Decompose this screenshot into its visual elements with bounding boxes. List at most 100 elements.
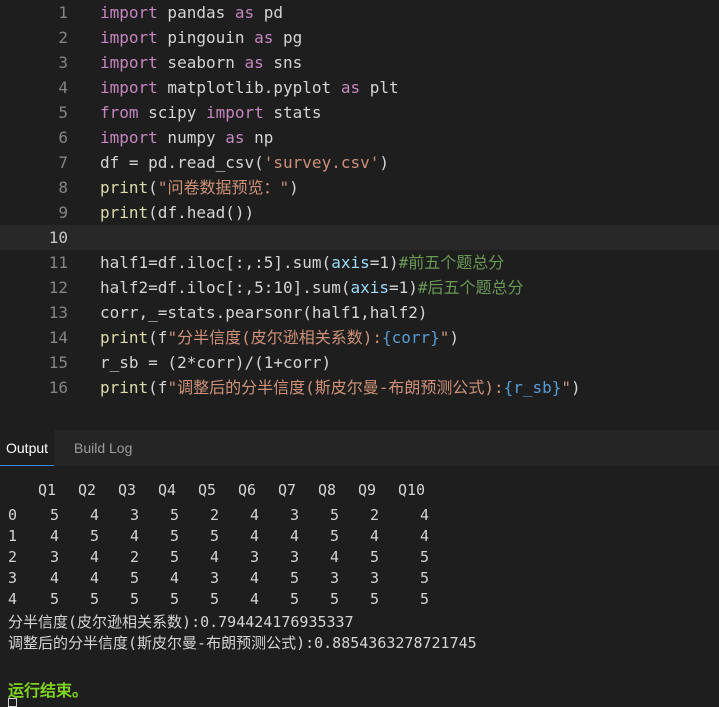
table-column-header: Q9 <box>358 481 377 499</box>
table-cell: 5 <box>330 590 340 608</box>
table-cell: 4 <box>290 527 300 545</box>
code-token: print <box>100 203 149 222</box>
code-line[interactable]: 6 import numpy as np <box>0 125 719 150</box>
code-text: print(f"调整后的分半信度(斯皮尔曼-布朗预测公式):{r_sb}") <box>100 375 581 400</box>
code-token: pandas <box>157 3 235 22</box>
table-cell: 5 <box>370 548 380 566</box>
table-cell: 4 <box>50 527 60 545</box>
code-line[interactable]: 8 print("问卷数据预览：") <box>0 175 719 200</box>
table-cell: 5 <box>50 506 60 524</box>
code-line[interactable]: 9 print(df.head()) <box>0 200 719 225</box>
code-token: import <box>205 103 264 122</box>
table-cell: 4 <box>90 506 100 524</box>
line-number: 13 <box>48 303 68 322</box>
code-token: (df.head()) <box>148 203 255 222</box>
code-text: import numpy as np <box>100 125 273 150</box>
code-text: half1=df.iloc[:,:5].sum(axis=1)#前五个题总分 <box>100 250 504 275</box>
table-cell: 5 <box>90 590 100 608</box>
code-line[interactable]: 14 print(f"分半信度(皮尔逊相关系数):{corr}") <box>0 325 719 350</box>
table-cell: 5 <box>420 590 430 608</box>
code-line[interactable]: 12 half2=df.iloc[:,5:10].sum(axis=1)#后五个题… <box>0 275 719 300</box>
table-cell: 5 <box>290 569 300 587</box>
line-number: 8 <box>58 178 68 197</box>
code-token: #前五个题总分 <box>398 253 505 272</box>
code-token: "分半信度(皮尔逊相关系数): <box>167 328 382 347</box>
line-number: 16 <box>48 378 68 397</box>
table-column-header: Q1 <box>38 481 57 499</box>
code-line[interactable]: 10 <box>0 225 719 250</box>
table-cell: 5 <box>420 548 430 566</box>
table-row: 2 3 4 2 5 4 3 3 4 5 5 <box>0 547 719 568</box>
line-number: 14 <box>48 328 68 347</box>
code-token: print <box>100 328 149 347</box>
table-cell: 5 <box>290 590 300 608</box>
code-line[interactable]: 5 from scipy import stats <box>0 100 719 125</box>
code-line[interactable]: 1 import pandas as pd <box>0 0 719 25</box>
code-token: stats <box>263 103 322 122</box>
table-cell: 5 <box>170 527 180 545</box>
line-number: 1 <box>58 3 68 22</box>
code-token: df = pd.read_csv( <box>100 153 264 172</box>
table-cell: 4 <box>170 569 180 587</box>
code-token: half1=df.iloc[:,:5].sum( <box>100 253 332 272</box>
code-line[interactable]: 2 import pingouin as pg <box>0 25 719 50</box>
code-text: import pandas as pd <box>100 0 283 25</box>
table-cell: 5 <box>210 527 220 545</box>
code-line[interactable]: 16 print(f"调整后的分半信度(斯皮尔曼-布朗预测公式):{r_sb}") <box>0 375 719 400</box>
table-row: 3 4 4 5 4 3 4 5 3 3 5 <box>0 568 719 589</box>
output-panel: Q1 Q2 Q3 Q4 Q5 Q6 Q7 Q8 Q9 Q10 054352435241454554… <box>0 466 719 707</box>
code-token: pd <box>254 3 284 22</box>
table-cell: 4 <box>130 527 140 545</box>
line-number: 5 <box>58 103 68 122</box>
table-cell: 5 <box>420 569 430 587</box>
table-cell: 5 <box>130 590 140 608</box>
code-line[interactable]: 4 import matplotlib.pyplot as plt <box>0 75 719 100</box>
code-line[interactable]: 15 r_sb = (2*corr)/(1+corr) <box>0 350 719 375</box>
code-line[interactable]: 3 import seaborn as sns <box>0 50 719 75</box>
table-cell: 4 <box>420 506 430 524</box>
code-line[interactable]: 13 corr,_=stats.pearsonr(half1,half2) <box>0 300 719 325</box>
code-token: plt <box>360 78 399 97</box>
code-token: print <box>100 378 149 397</box>
table-header-row: Q1 Q2 Q3 Q4 Q5 Q6 Q7 Q8 Q9 Q10 <box>0 480 719 501</box>
table-cell: 3 <box>290 548 300 566</box>
code-text: print(df.head()) <box>100 200 254 225</box>
table-row: 1 4 5 4 5 5 4 4 5 4 4 <box>0 526 719 547</box>
table-cell: 4 <box>420 527 430 545</box>
code-editor[interactable]: 1 import pandas as pd 2 import pingouin as … <box>0 0 719 430</box>
code-text: half2=df.iloc[:,5:10].sum(axis=1)#后五个题总分 <box>100 275 524 300</box>
tab-build-log[interactable]: Build Log <box>68 430 138 466</box>
split-half-reliability-text: 分半信度(皮尔逊相关系数):0.794424176935337 <box>8 613 354 631</box>
code-token: corr,_=stats.pearsonr(half1,half2) <box>100 303 428 322</box>
line-number: 11 <box>48 253 68 272</box>
code-token: 'survey.csv' <box>263 153 380 172</box>
table-cell: 3 <box>130 506 140 524</box>
code-token: half2=df.iloc[:,5:10].sum( <box>100 278 351 297</box>
table-row-index: 2 <box>8 548 18 566</box>
table-column-header: Q10 <box>398 481 426 499</box>
code-text: from scipy import stats <box>100 100 322 125</box>
code-token: scipy <box>138 103 206 122</box>
code-token: " <box>561 378 572 397</box>
code-token: pg <box>273 28 303 47</box>
code-token: r_sb = (2*corr)/(1+corr) <box>100 353 332 372</box>
table-row-index: 3 <box>8 569 18 587</box>
table-cell: 3 <box>250 548 260 566</box>
code-token: as <box>340 78 361 97</box>
table-row-index: 0 <box>8 506 18 524</box>
table-cell: 3 <box>370 569 380 587</box>
code-token: import <box>100 128 158 147</box>
tab-output[interactable]: Output <box>0 430 55 466</box>
line-number: 9 <box>58 203 68 222</box>
table-cell: 2 <box>130 548 140 566</box>
code-line[interactable]: 11 half1=df.iloc[:,:5].sum(axis=1)#前五个题总分 <box>0 250 719 275</box>
code-line[interactable]: 7 df = pd.read_csv('survey.csv') <box>0 150 719 175</box>
code-text: import matplotlib.pyplot as plt <box>100 75 399 100</box>
code-token: print <box>100 178 149 197</box>
code-token: ) <box>449 328 460 347</box>
table-cell: 5 <box>210 590 220 608</box>
code-token: #后五个题总分 <box>417 278 524 297</box>
code-token: seaborn <box>157 53 245 72</box>
table-cell: 4 <box>210 548 220 566</box>
table-cell: 2 <box>210 506 220 524</box>
